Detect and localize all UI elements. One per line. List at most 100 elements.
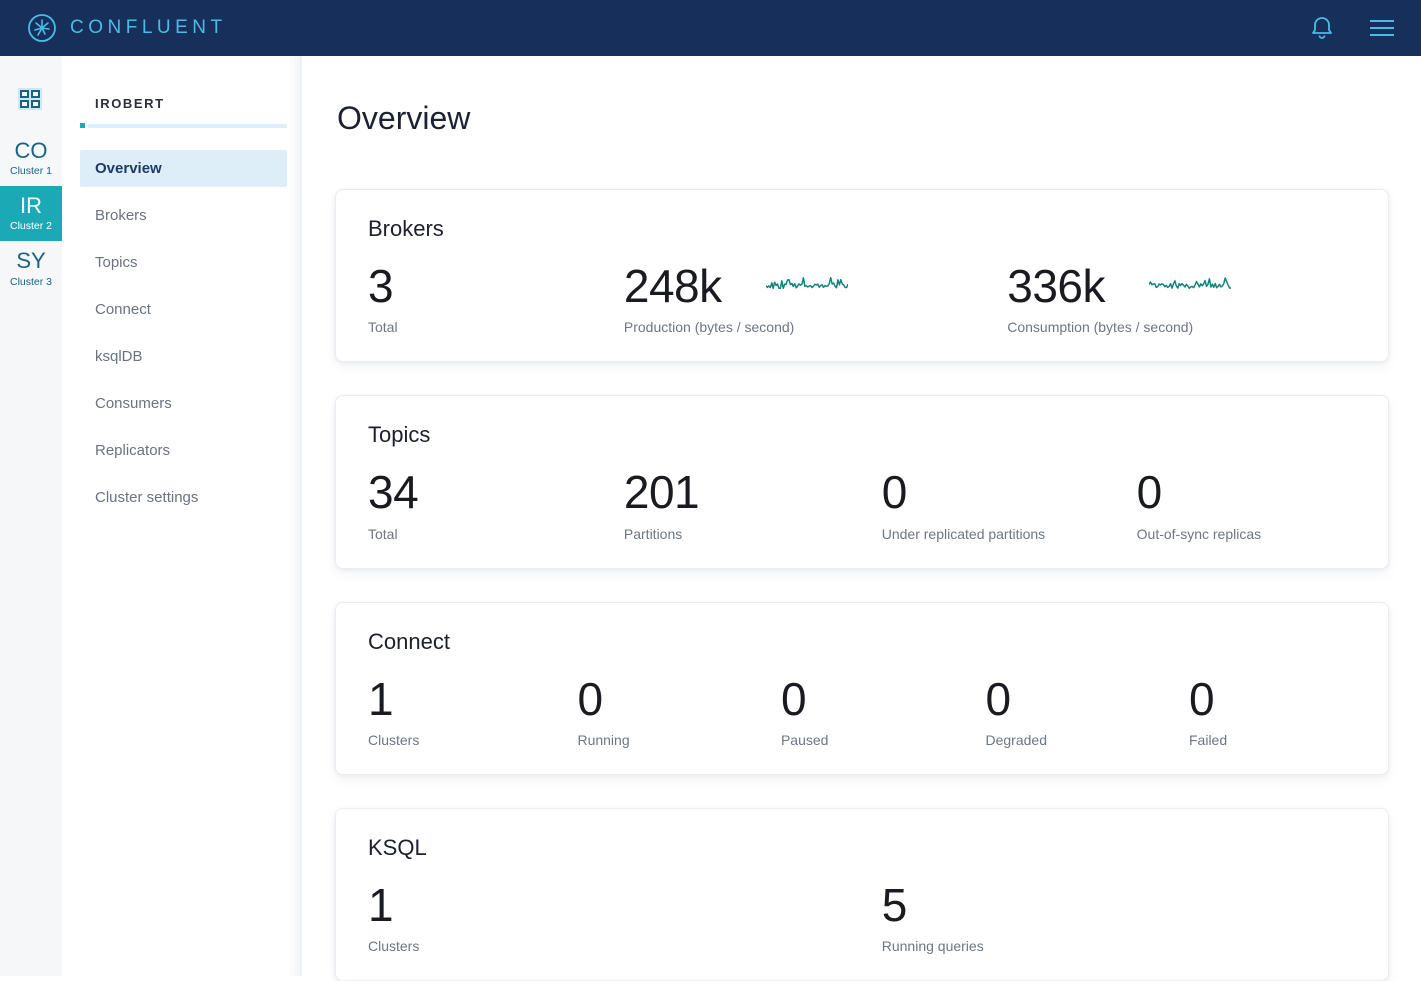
cluster-rail-item-co[interactable]: CO Cluster 1 [0,131,62,186]
throughput-sparkline [1149,272,1231,294]
card-connect: Connect 1 Clusters 0 Running 0 Paused 0 … [335,602,1389,775]
health-bar-tick [80,123,85,128]
card-stats-row: 1 Clusters 0 Running 0 Paused 0 Degraded… [368,675,1356,748]
cluster-list: CO Cluster 1 IR Cluster 2 SY Cluster 3 [0,131,62,297]
card-title: KSQL [368,835,1356,861]
stat-label: Clusters [368,938,882,954]
cluster-label: Cluster 2 [0,220,62,232]
stat: 0 Degraded [985,675,1189,748]
topbar-actions [1310,15,1394,41]
stat-value: 5 [882,881,907,929]
cluster-initials: CO [0,139,62,163]
stat-label: Partitions [624,526,882,542]
stat-label: Out-of-sync replicas [1137,526,1356,542]
stat-label: Total [368,526,624,542]
stat-label: Running queries [882,938,1356,954]
stat: 0 Out-of-sync replicas [1137,468,1356,541]
cluster-initials: SY [0,249,62,273]
stat-label: Clusters [368,732,577,748]
card-topics: Topics 34 Total 201 Partitions 0 Under r… [335,395,1389,568]
stat-top: 1 [368,881,882,929]
cluster-rail-item-sy[interactable]: SY Cluster 3 [0,241,62,296]
sidebar-item-overview[interactable]: Overview [80,150,287,187]
sidebar-item-connect[interactable]: Connect [80,291,287,328]
stat: 0 Running [577,675,781,748]
sidebar-item-cluster-settings[interactable]: Cluster settings [80,479,287,516]
sidebar-item-replicators[interactable]: Replicators [80,432,287,469]
stat-top: 0 [882,468,1137,516]
sidebar-nav-label: Connect [95,301,151,318]
card-brokers: Brokers 3 Total 248k Production (bytes /… [335,189,1389,362]
stat-label: Failed [1189,732,1356,748]
confluent-brand[interactable]: CONFLUENT [27,13,227,43]
cluster-rail: CO Cluster 1 IR Cluster 2 SY Cluster 3 [0,56,62,976]
stat-label: Running [577,732,781,748]
stat-top: 1 [368,675,577,723]
stat-value: 3 [368,262,393,310]
stat-top: 3 [368,262,624,310]
sidebar-item-ksqldb[interactable]: ksqlDB [80,338,287,375]
stat-label: Total [368,319,624,335]
throughput-sparkline [766,272,848,294]
stat-value: 0 [1137,468,1162,516]
stat: 248k Production (bytes / second) [624,262,1007,335]
stat: 34 Total [368,468,624,541]
stat-value: 201 [624,468,699,516]
grid-icon[interactable] [20,90,42,111]
stat-top: 201 [624,468,882,516]
stat-top: 0 [985,675,1189,723]
health-bar-track [88,124,287,128]
stat-value: 0 [577,675,602,723]
sidebar-nav-label: ksqlDB [95,348,143,365]
stat-value: 0 [985,675,1010,723]
card-stats-row: 1 Clusters 5 Running queries [368,881,1356,954]
stat-label: Under replicated partitions [882,526,1137,542]
stat-label: Production (bytes / second) [624,319,1007,335]
cluster-label: Cluster 3 [0,276,62,288]
menu-button[interactable] [1370,20,1394,36]
stat: 201 Partitions [624,468,882,541]
stat-value: 0 [882,468,907,516]
stat-top: 336k [1007,262,1356,310]
sidebar-nav-label: Overview [95,160,162,177]
stat: 1 Clusters [368,675,577,748]
stat-top: 5 [882,881,1356,929]
stat-label: Degraded [985,732,1189,748]
sidebar-item-topics[interactable]: Topics [80,244,287,281]
top-navigation-bar: CONFLUENT [0,0,1421,56]
card-title: Topics [368,422,1356,448]
card-ksql: KSQL 1 Clusters 5 Running queries [335,808,1389,981]
sidebar-nav-label: Replicators [95,442,170,459]
sidebar-nav-label: Topics [95,254,138,271]
card-stats-row: 34 Total 201 Partitions 0 Under replicat… [368,468,1356,541]
main-content: Overview Brokers 3 Total 248k Production… [302,56,1421,976]
sidebar-nav-label: Consumers [95,395,172,412]
stat-value: 1 [368,881,393,929]
stat-top: 0 [577,675,781,723]
stat-value: 248k [624,262,722,310]
sidebar-item-consumers[interactable]: Consumers [80,385,287,422]
card-title: Brokers [368,216,1356,242]
sidebar-nav-label: Brokers [95,207,147,224]
stat: 0 Failed [1189,675,1356,748]
stat-top: 0 [1189,675,1356,723]
stat-label: Consumption (bytes / second) [1007,319,1356,335]
stat-label: Paused [781,732,986,748]
brand-name: CONFLUENT [70,17,227,39]
cluster-rail-item-ir[interactable]: IR Cluster 2 [0,186,62,241]
sidebar-nav: Overview Brokers Topics Connect ksqlDB C… [80,150,302,516]
stat: 0 Under replicated partitions [882,468,1137,541]
overview-cards: Brokers 3 Total 248k Production (bytes /… [335,189,1421,981]
card-stats-row: 3 Total 248k Production (bytes / second)… [368,262,1356,335]
notifications-button[interactable] [1310,15,1334,41]
sidebar-item-brokers[interactable]: Brokers [80,197,287,234]
stat: 0 Paused [781,675,986,748]
app-body: CO Cluster 1 IR Cluster 2 SY Cluster 3 I… [0,56,1421,976]
stat: 5 Running queries [882,881,1356,954]
stat-top: 0 [781,675,986,723]
stat-value: 34 [368,468,418,516]
cluster-label: Cluster 1 [0,165,62,177]
cluster-health-bar [80,123,287,128]
cluster-name-heading: IROBERT [95,96,287,111]
cluster-sidebar: IROBERT Overview Brokers Topics Connect … [62,56,302,976]
